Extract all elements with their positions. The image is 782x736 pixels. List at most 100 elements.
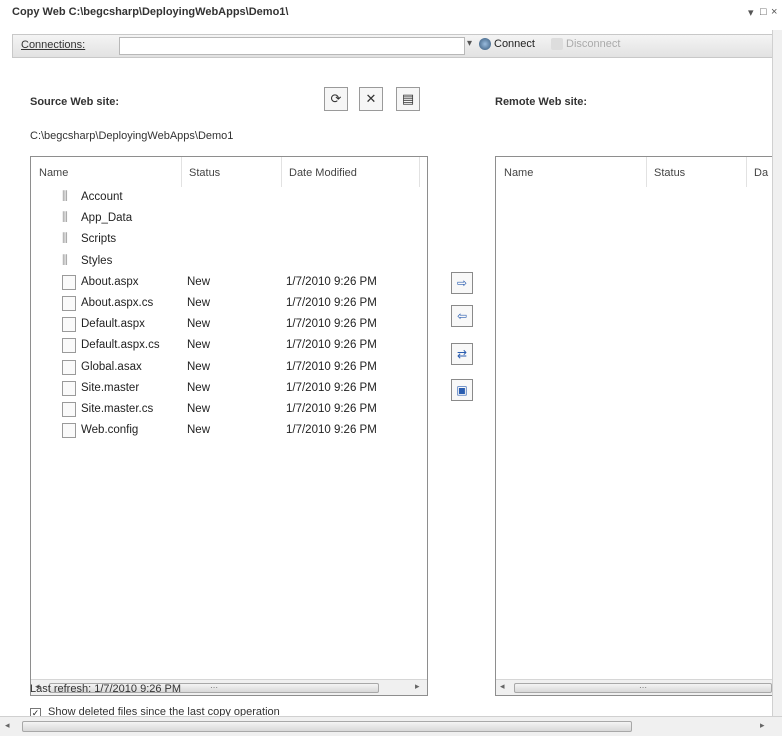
- file-name: About.aspx.cs: [81, 297, 154, 309]
- file-row[interactable]: ⫴ App_Data: [31, 209, 427, 230]
- disconnect-button: Disconnect: [551, 38, 620, 50]
- folder-icon: ⫴: [62, 209, 68, 226]
- window-title: Copy Web C:\begcsharp\DeployingWebApps\D…: [0, 0, 782, 30]
- stop-button[interactable]: ▣: [451, 379, 473, 401]
- last-refresh-text: Last refresh: 1/7/2010 9:26 PM: [30, 683, 182, 695]
- file-name: Account: [81, 191, 123, 203]
- window-scroll-thumb[interactable]: [22, 721, 632, 732]
- arrow-right-icon: ⇨: [456, 276, 468, 290]
- file-name: Site.master.cs: [81, 403, 154, 415]
- remote-scroll-thumb[interactable]: ⋯: [514, 683, 772, 693]
- file-name: Default.aspx.cs: [81, 339, 160, 352]
- file-row[interactable]: ⫴ Scripts: [31, 230, 427, 251]
- remote-column-status[interactable]: Status: [654, 167, 685, 179]
- file-row[interactable]: Default.aspx New 1/7/2010 9:26 PM: [31, 315, 427, 336]
- connect-button[interactable]: Connect: [479, 38, 535, 50]
- file-icon: [62, 423, 76, 439]
- file-status: New: [187, 424, 211, 437]
- file-name: Site.master: [81, 381, 140, 394]
- arrow-left-icon: ⇦: [456, 309, 468, 323]
- file-name: Styles: [81, 254, 113, 267]
- file-status: New: [187, 297, 211, 309]
- file-status: New: [187, 318, 211, 331]
- file-icon: [62, 296, 76, 311]
- delete-icon: ✕: [365, 91, 377, 106]
- file-status: New: [187, 360, 211, 373]
- file-icon: [62, 380, 76, 396]
- file-name: Global.asax: [81, 360, 142, 373]
- file-date: 1/7/2010 9:26 PM: [286, 424, 377, 437]
- synchronize-button[interactable]: ⇄: [451, 343, 473, 365]
- source-file-list[interactable]: Name Status Date Modified ⫴ Account ⫴ App_D…: [30, 156, 428, 696]
- column-status[interactable]: Status: [189, 167, 220, 179]
- file-name: Scripts: [81, 233, 117, 246]
- copy-to-source-button[interactable]: ⇦: [451, 305, 473, 327]
- file-name: Default.aspx: [81, 318, 145, 331]
- file-name: App_Data: [81, 212, 133, 225]
- sync-icon: ⇄: [456, 347, 468, 361]
- file-date: 1/7/2010 9:26 PM: [286, 403, 377, 415]
- file-date: 1/7/2010 9:26 PM: [286, 318, 377, 331]
- window-horizontal-scrollbar[interactable]: ◂ ▸: [0, 716, 782, 736]
- window-vertical-scrollbar[interactable]: [772, 30, 782, 720]
- file-icon: [62, 274, 76, 290]
- file-row[interactable]: Site.master New 1/7/2010 9:26 PM: [31, 379, 427, 400]
- folder-icon: ⫴: [62, 188, 68, 204]
- scroll-right-icon[interactable]: ▸: [415, 681, 420, 692]
- file-status: New: [187, 275, 211, 288]
- file-row[interactable]: Site.master.cs New 1/7/2010 9:26 PM: [31, 400, 427, 421]
- file-row[interactable]: About.aspx New 1/7/2010 9:26 PM: [31, 273, 427, 294]
- file-row[interactable]: ⫴ Account: [31, 188, 427, 209]
- file-icon: [62, 359, 76, 375]
- file-date: 1/7/2010 9:26 PM: [286, 275, 377, 288]
- file-date: 1/7/2010 9:26 PM: [286, 339, 377, 352]
- source-site-label: Source Web site:: [30, 96, 120, 108]
- connections-combo[interactable]: [119, 37, 465, 55]
- window-close-icon[interactable]: ×: [771, 6, 777, 18]
- window-scroll-right-icon[interactable]: ▸: [760, 720, 765, 731]
- folder-icon: ⫴: [62, 251, 68, 268]
- edit-button[interactable]: ▤: [396, 87, 420, 111]
- window-dropdown-icon[interactable]: ▾: [748, 6, 754, 19]
- folder-icon: ⫴: [62, 230, 68, 247]
- disconnect-label: Disconnect: [566, 38, 621, 50]
- refresh-icon: ⟳: [330, 91, 342, 106]
- file-status: New: [187, 339, 211, 352]
- column-date-modified[interactable]: Date Modified: [289, 167, 357, 179]
- file-row[interactable]: ⫴ Styles: [31, 252, 427, 273]
- file-icon: [62, 338, 76, 354]
- window-scroll-left-icon[interactable]: ◂: [5, 720, 10, 731]
- column-name[interactable]: Name: [39, 167, 68, 179]
- remote-horizontal-scrollbar[interactable]: ◂ ⋯: [496, 679, 772, 695]
- file-icon: [62, 317, 76, 333]
- connect-icon: [479, 38, 491, 50]
- connections-toolbar: Connections: ▾ Connect Disconnect: [12, 34, 782, 58]
- connections-label: Connections:: [21, 39, 86, 51]
- connect-label: Connect: [494, 38, 535, 50]
- remote-file-list[interactable]: Name Status Da ◂ ⋯: [495, 156, 772, 696]
- file-date: 1/7/2010 9:26 PM: [286, 297, 377, 309]
- stop-icon: ▣: [456, 383, 468, 397]
- copy-to-remote-button[interactable]: ⇨: [451, 272, 473, 294]
- edit-icon: ▤: [401, 91, 415, 106]
- remote-scroll-left-icon[interactable]: ◂: [500, 681, 505, 692]
- refresh-button[interactable]: ⟳: [324, 87, 348, 111]
- window-maximize-icon[interactable]: □: [760, 6, 767, 18]
- file-date: 1/7/2010 9:26 PM: [286, 360, 377, 373]
- remote-column-date[interactable]: Da: [754, 167, 768, 179]
- file-name: Web.config: [81, 424, 139, 437]
- remote-site-label: Remote Web site:: [495, 96, 588, 108]
- file-name: About.aspx: [81, 275, 139, 288]
- file-status: New: [187, 381, 211, 394]
- remote-column-name[interactable]: Name: [504, 167, 533, 179]
- file-date: 1/7/2010 9:26 PM: [286, 381, 377, 394]
- file-row[interactable]: About.aspx.cs New 1/7/2010 9:26 PM: [31, 294, 427, 315]
- file-icon: [62, 402, 76, 417]
- file-row[interactable]: Default.aspx.cs New 1/7/2010 9:26 PM: [31, 336, 427, 357]
- source-path: C:\begcsharp\DeployingWebApps\Demo1: [30, 130, 234, 142]
- disconnect-icon: [551, 38, 563, 50]
- file-row[interactable]: Web.config New 1/7/2010 9:26 PM: [31, 421, 427, 442]
- file-row[interactable]: Global.asax New 1/7/2010 9:26 PM: [31, 358, 427, 379]
- delete-button[interactable]: ✕: [359, 87, 383, 111]
- chevron-down-icon[interactable]: ▾: [467, 38, 472, 49]
